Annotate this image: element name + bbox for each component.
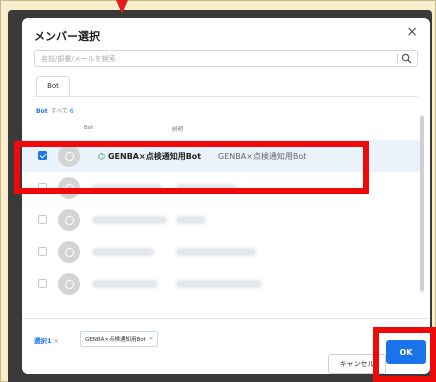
row-checkbox[interactable] [38, 279, 47, 288]
list-item[interactable] [22, 236, 422, 268]
selection-label: 選択 [34, 337, 47, 345]
scrollbar[interactable] [420, 116, 424, 291]
filter-row: Bot すべて 6 [36, 106, 74, 115]
bot-description: GENBA×点検通知用Bot [218, 152, 307, 161]
row-checkbox[interactable] [38, 151, 47, 160]
row-checkbox[interactable] [38, 183, 47, 192]
bot-list: ⌬ GENBA×点検通知用Bot GENBA×点検通知用Bot [22, 140, 430, 305]
list-item[interactable]: ⌬ GENBA×点検通知用Bot GENBA×点検通知用Bot [22, 140, 422, 172]
list-item[interactable] [22, 268, 422, 300]
search-input[interactable] [41, 51, 381, 66]
search-icon[interactable] [401, 53, 412, 64]
column-header-description: 説明 [172, 127, 184, 133]
list-item[interactable] [22, 204, 422, 236]
footer-divider [22, 318, 430, 319]
selected-chip: GENBA×点検通知用Bot × [80, 331, 159, 347]
filter-all-label: すべて [50, 108, 68, 115]
tab-divider [34, 96, 418, 97]
selection-count: 1 [47, 337, 52, 345]
avatar [58, 177, 80, 199]
bot-icon: ⌬ [98, 152, 105, 161]
redacted-description [176, 280, 262, 288]
selected-chip-label: GENBA×点検通知用Bot [85, 337, 146, 343]
redacted-name [92, 216, 167, 224]
redacted-description [176, 216, 206, 224]
redacted-description [176, 184, 236, 192]
tab-bot[interactable]: Bot [36, 76, 70, 96]
redacted-description [176, 248, 256, 256]
bot-name: ⌬ GENBA×点検通知用Bot [98, 151, 201, 162]
avatar [58, 273, 80, 295]
column-header-bot: Bot [84, 125, 94, 131]
selection-summary: 選択1 × [34, 335, 59, 345]
member-select-dialog: メンバー選択 × Bot Botすべて6 Bot 説明 ⌬GENBA×点検通知用… [22, 18, 430, 374]
redacted-name [92, 184, 162, 192]
cancel-button[interactable]: キャンセル [328, 354, 386, 374]
remove-chip-icon[interactable]: × [149, 336, 154, 342]
row-checkbox[interactable] [38, 247, 47, 256]
bot-name-text: GENBA×点検通知用Bot [107, 152, 202, 161]
redacted-name [92, 280, 158, 288]
redacted-name [92, 248, 154, 256]
avatar [58, 145, 80, 167]
filter-bot-link[interactable]: Bot [36, 108, 48, 115]
row-checkbox[interactable] [38, 215, 47, 224]
clear-selection-icon[interactable]: × [54, 337, 59, 345]
dialog-title: メンバー選択 [34, 30, 100, 43]
close-icon[interactable]: × [406, 25, 418, 39]
avatar [58, 209, 80, 231]
avatar [58, 241, 80, 263]
annotation-arrow [116, 0, 128, 14]
filter-count: 6 [69, 108, 74, 115]
search-divider [397, 54, 398, 63]
list-item[interactable] [22, 172, 422, 204]
ok-button[interactable]: OK [386, 340, 426, 364]
search-box [34, 50, 418, 67]
